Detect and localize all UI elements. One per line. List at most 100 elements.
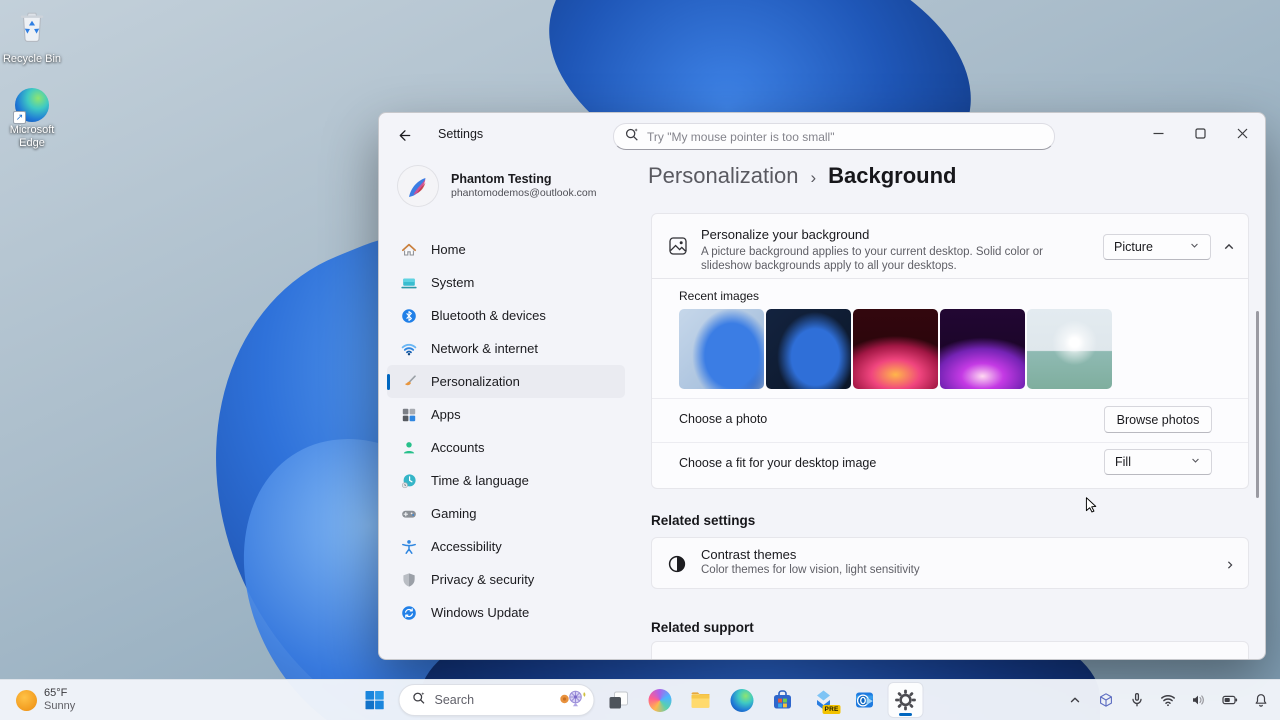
settings-window: Settings Try "My mouse pointer is too sm…	[378, 112, 1266, 660]
breadcrumb: Personalization › Background	[648, 163, 956, 189]
taskbar-copilot-button[interactable]	[643, 683, 677, 717]
taskbar-center: Search PRE	[358, 680, 923, 720]
dropdown-value: Fill	[1115, 455, 1131, 469]
system-tray	[1064, 680, 1272, 720]
tray-microphone-icon[interactable]	[1126, 687, 1148, 713]
related-support-heading: Related support	[651, 620, 754, 635]
back-button[interactable]	[389, 123, 419, 147]
selected-indicator	[387, 374, 390, 390]
recent-image-glow-purple[interactable]	[940, 309, 1025, 389]
personalize-background-card: Personalize your background A picture ba…	[651, 213, 1249, 279]
contrast-themes-card[interactable]: Contrast themes Color themes for low vis…	[651, 537, 1249, 589]
taskbar-file-explorer-button[interactable]	[684, 683, 718, 717]
recent-images-row	[679, 309, 1112, 389]
sidebar-item-accessibility[interactable]: Accessibility	[387, 530, 625, 563]
minimize-button[interactable]	[1137, 119, 1179, 147]
shortcut-arrow-icon: ↗	[13, 111, 26, 124]
search-icon	[412, 690, 427, 710]
tray-3d-viewer-icon[interactable]	[1095, 687, 1117, 713]
sidebar-item-label: Time & language	[431, 473, 529, 488]
card-title: Personalize your background	[701, 227, 869, 242]
chevron-down-icon	[1189, 238, 1200, 256]
taskbar-search-input[interactable]: Search	[399, 684, 595, 716]
search-placeholder: Search	[435, 693, 550, 707]
accessibility-icon	[401, 539, 417, 555]
desktop-icon-recycle-bin[interactable]: Recycle Bin	[0, 6, 68, 66]
breadcrumb-separator: ›	[810, 168, 816, 188]
start-button[interactable]	[358, 683, 392, 717]
sidebar-item-time-language[interactable]: Time & language	[387, 464, 625, 497]
recent-image-beach-sunrise[interactable]	[1027, 309, 1112, 389]
privacy-icon	[401, 572, 417, 588]
breadcrumb-personalization[interactable]: Personalization	[648, 163, 798, 189]
tray-volume-icon[interactable]	[1188, 687, 1210, 713]
related-settings-heading: Related settings	[651, 513, 755, 528]
sidebar-item-apps[interactable]: Apps	[387, 398, 625, 431]
account-email: phantomodemos@outlook.com	[451, 187, 597, 201]
close-button[interactable]	[1221, 119, 1263, 147]
system-icon	[401, 275, 417, 291]
maximize-button[interactable]	[1179, 119, 1221, 147]
chevron-right-icon	[1224, 558, 1236, 570]
sidebar-item-label: Accessibility	[431, 539, 502, 554]
tray-wifi-icon[interactable]	[1157, 687, 1179, 713]
accounts-icon	[401, 440, 417, 456]
background-type-dropdown[interactable]: Picture	[1103, 234, 1211, 260]
sidebar-item-personalization[interactable]: Personalization	[387, 365, 625, 398]
sidebar-item-label: System	[431, 275, 474, 290]
recycle-bin-icon	[13, 6, 51, 51]
related-support-card[interactable]	[651, 641, 1249, 660]
active-app-indicator	[899, 713, 912, 716]
collapse-chevron-icon[interactable]	[1222, 240, 1238, 254]
browse-photos-button[interactable]: Browse photos	[1104, 406, 1212, 433]
sidebar-item-home[interactable]: Home	[387, 233, 625, 266]
scrollbar[interactable]	[1256, 311, 1259, 498]
desktop-icon-label: Recycle Bin	[3, 53, 61, 66]
tray-notifications-icon[interactable]	[1250, 687, 1272, 713]
sidebar-item-windows-update[interactable]: Windows Update	[387, 596, 625, 629]
sidebar-item-bluetooth-devices[interactable]: Bluetooth & devices	[387, 299, 625, 332]
sidebar-item-label: Privacy & security	[431, 572, 534, 587]
taskbar-microsoft-store-button[interactable]	[766, 683, 800, 717]
sidebar-item-label: Apps	[431, 407, 461, 422]
recent-image-win11-bloom-dark[interactable]	[766, 309, 851, 389]
desktop: Recycle Bin ↗ Microsoft Edge Settings Tr…	[0, 0, 1280, 720]
gaming-icon	[401, 506, 417, 522]
search-sparkle-icon	[624, 126, 640, 147]
sidebar-item-gaming[interactable]: Gaming	[387, 497, 625, 530]
choose-fit-label: Choose a fit for your desktop image	[679, 456, 876, 470]
fit-dropdown[interactable]: Fill	[1104, 449, 1212, 475]
weather-condition: Sunny	[44, 700, 75, 713]
recent-image-glow-red[interactable]	[853, 309, 938, 389]
contrast-icon	[667, 554, 687, 574]
sidebar-item-privacy-security[interactable]: Privacy & security	[387, 563, 625, 596]
account-name: Phantom Testing	[451, 172, 597, 187]
account-info[interactable]: Phantom Testing phantomodemos@outlook.co…	[398, 166, 618, 206]
tray-battery-icon[interactable]	[1219, 687, 1241, 713]
sidebar-item-accounts[interactable]: Accounts	[387, 431, 625, 464]
taskbar-outlook-button[interactable]	[848, 683, 882, 717]
card-description: A picture background applies to your cur…	[701, 245, 1071, 273]
tray-hidden-icons-chevron-icon[interactable]	[1064, 687, 1086, 713]
taskbar-settings-button[interactable]	[889, 683, 923, 717]
sidebar-nav: Home System Bluetooth & devicesNetwork & i…	[387, 233, 625, 629]
weather-temp: 65°F	[44, 687, 75, 700]
taskbar-task-view-button[interactable]	[602, 683, 636, 717]
home-icon	[401, 242, 417, 258]
titlebar: Settings Try "My mouse pointer is too sm…	[379, 113, 1265, 159]
taskbar-dev-home-button[interactable]: PRE	[807, 683, 841, 717]
weather-widget[interactable]: 65°F Sunny	[8, 680, 83, 720]
sidebar-item-label: Windows Update	[431, 605, 529, 620]
sidebar-item-system[interactable]: System	[387, 266, 625, 299]
edge-icon: ↗	[15, 88, 49, 122]
sidebar-item-network-internet[interactable]: Network & internet	[387, 332, 625, 365]
desktop-icon-microsoft-edge[interactable]: ↗ Microsoft Edge	[0, 88, 68, 149]
settings-search-input[interactable]: Try "My mouse pointer is too small"	[613, 123, 1055, 150]
contrast-title: Contrast themes	[701, 547, 796, 562]
taskbar-edge-button[interactable]	[725, 683, 759, 717]
sidebar-item-label: Gaming	[431, 506, 477, 521]
chevron-down-icon	[1190, 453, 1201, 471]
dropdown-value: Picture	[1114, 240, 1153, 254]
sidebar-item-label: Personalization	[431, 374, 520, 389]
recent-image-win11-bloom-light[interactable]	[679, 309, 764, 389]
